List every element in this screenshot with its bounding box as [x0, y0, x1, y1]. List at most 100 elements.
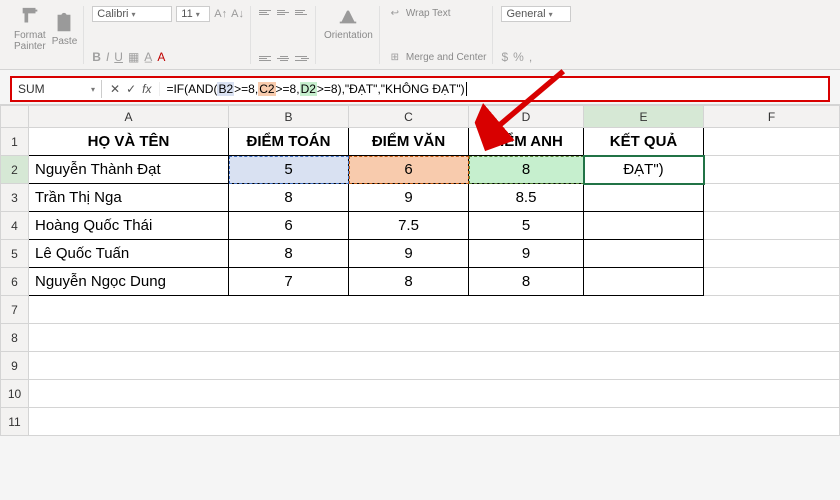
number-format-select[interactable]: General▾ [501, 6, 571, 22]
col-header[interactable]: A [29, 106, 229, 128]
cell[interactable]: ĐIỂM ANH [469, 128, 584, 156]
fx-icon[interactable]: fx [142, 82, 151, 96]
row-header[interactable]: 10 [1, 380, 29, 408]
cell[interactable]: 5 [469, 212, 584, 240]
cell[interactable]: Lê Quốc Tuấn [29, 240, 229, 268]
cell[interactable]: ĐIỂM TOÁN [229, 128, 349, 156]
cell[interactable] [29, 408, 840, 436]
cell[interactable]: 6 [229, 212, 349, 240]
formula-input[interactable]: =IF(AND(B2>=8,C2>=8,D2>=8),"ĐẠT","KHÔNG … [160, 80, 828, 98]
formula-ref-c2: C2 [258, 82, 275, 96]
row-header[interactable]: 1 [1, 128, 29, 156]
cell[interactable]: 8 [469, 268, 584, 296]
cell[interactable]: 9 [469, 240, 584, 268]
cell[interactable] [584, 184, 704, 212]
cell[interactable] [584, 212, 704, 240]
cell[interactable]: KẾT QUẢ [584, 128, 704, 156]
cell[interactable]: ĐIỂM VĂN [349, 128, 469, 156]
formula-ref-b2: B2 [217, 82, 234, 96]
font-name-select[interactable]: Calibri▾ [92, 6, 172, 22]
cell[interactable] [704, 240, 840, 268]
wrap-text-label: Wrap Text [406, 8, 451, 19]
underline-button[interactable]: U [114, 50, 123, 64]
cell-d2[interactable]: 8 [469, 156, 584, 184]
align-left-icon[interactable] [259, 52, 273, 64]
percent-icon[interactable]: % [513, 50, 524, 64]
font-color-button[interactable]: A [157, 50, 165, 64]
align-bottom-icon[interactable] [295, 6, 309, 18]
comma-icon[interactable]: , [529, 50, 532, 64]
cell-c2[interactable]: 6 [349, 156, 469, 184]
align-right-icon[interactable] [295, 52, 309, 64]
wrap-text-button[interactable]: ↩ Wrap Text [388, 6, 451, 20]
format-painter-icon [19, 6, 41, 28]
cell[interactable] [704, 268, 840, 296]
spreadsheet-grid[interactable]: A B C D E F 1 HỌ VÀ TÊN ĐIỂM TOÁN ĐIỂM V… [0, 104, 840, 436]
row-header[interactable]: 6 [1, 268, 29, 296]
cell[interactable]: Nguyễn Thành Đạt [29, 156, 229, 184]
merge-center-button[interactable]: ⊞ Merge and Center [388, 50, 487, 64]
col-header[interactable]: E [584, 106, 704, 128]
currency-icon[interactable]: $ [501, 50, 508, 64]
row-header[interactable]: 7 [1, 296, 29, 324]
chevron-down-icon: ▾ [131, 10, 135, 19]
cell[interactable]: 8 [229, 240, 349, 268]
cell[interactable]: 7.5 [349, 212, 469, 240]
row-header[interactable]: 11 [1, 408, 29, 436]
align-center-icon[interactable] [277, 52, 291, 64]
decrease-font-icon[interactable]: A↓ [231, 8, 244, 20]
cell[interactable]: 8 [229, 184, 349, 212]
align-middle-icon[interactable] [277, 6, 291, 18]
col-header[interactable]: F [704, 106, 840, 128]
align-top-icon[interactable] [259, 6, 273, 18]
text-cursor [466, 82, 467, 96]
cell[interactable]: Trần Thị Nga [29, 184, 229, 212]
cell[interactable]: 9 [349, 240, 469, 268]
row-header[interactable]: 9 [1, 352, 29, 380]
cell[interactable] [29, 352, 840, 380]
number-group: General▾ $ % , [495, 6, 577, 64]
cell[interactable]: 9 [349, 184, 469, 212]
cell[interactable]: 8 [349, 268, 469, 296]
cell[interactable]: Hoàng Quốc Thái [29, 212, 229, 240]
row-header[interactable]: 4 [1, 212, 29, 240]
name-box[interactable]: SUM ▾ [12, 80, 102, 98]
paste-label: Paste [52, 36, 78, 47]
row-header[interactable]: 2 [1, 156, 29, 184]
cell[interactable]: 8.5 [469, 184, 584, 212]
font-size-value: 11 [181, 8, 192, 20]
font-size-select[interactable]: 11▾ [176, 6, 210, 22]
cell[interactable] [584, 268, 704, 296]
orientation-button[interactable]: Orientation [324, 6, 373, 41]
cell-b2[interactable]: 5 [229, 156, 349, 184]
fill-color-button[interactable]: A̲ [144, 50, 152, 64]
row-header[interactable]: 8 [1, 324, 29, 352]
cell[interactable] [29, 324, 840, 352]
chevron-down-icon: ▾ [91, 85, 95, 94]
cell[interactable] [704, 212, 840, 240]
col-header[interactable]: B [229, 106, 349, 128]
col-header[interactable]: D [469, 106, 584, 128]
select-all-corner[interactable] [1, 106, 29, 128]
accept-formula-button[interactable]: ✓ [126, 82, 136, 96]
cell[interactable]: HỌ VÀ TÊN [29, 128, 229, 156]
row-header[interactable]: 3 [1, 184, 29, 212]
cell[interactable] [29, 296, 840, 324]
cell[interactable]: Nguyễn Ngọc Dung [29, 268, 229, 296]
italic-button[interactable]: I [106, 50, 109, 64]
cell[interactable] [584, 240, 704, 268]
col-header[interactable]: C [349, 106, 469, 128]
bold-button[interactable]: B [92, 50, 101, 64]
format-painter-button[interactable]: Format Painter [14, 6, 46, 52]
paste-button[interactable]: Paste [52, 12, 78, 47]
cell[interactable] [29, 380, 840, 408]
cell-e2-active[interactable]: ĐẠT") [584, 156, 704, 184]
cell[interactable] [704, 156, 840, 184]
increase-font-icon[interactable]: A↑ [214, 8, 227, 20]
cell[interactable] [704, 128, 840, 156]
border-button[interactable]: ▦ [128, 50, 139, 64]
cell[interactable] [704, 184, 840, 212]
cancel-formula-button[interactable]: ✕ [110, 82, 120, 96]
row-header[interactable]: 5 [1, 240, 29, 268]
cell[interactable]: 7 [229, 268, 349, 296]
